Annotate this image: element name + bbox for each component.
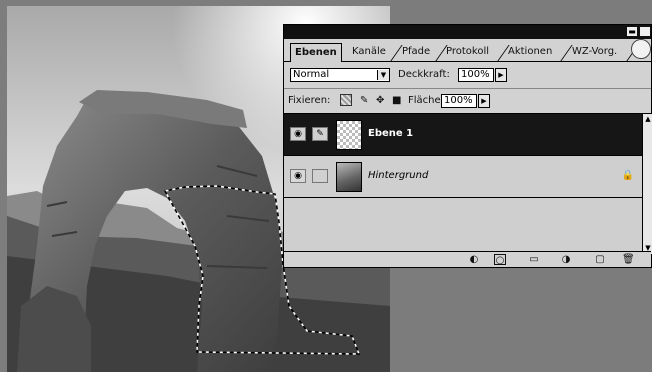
lock-transparency-icon[interactable] (340, 94, 352, 106)
palette-toolbar: ◐ ○ ▭ ◑ ▢ 🗑 (284, 251, 651, 267)
fill-arrow-icon[interactable]: ▶ (478, 94, 490, 108)
lock-icon[interactable]: ■ (392, 94, 401, 108)
folder-icon[interactable]: ▭ (528, 254, 540, 265)
divider (284, 88, 651, 89)
adjustment-icon[interactable]: ◑ (560, 254, 572, 265)
lock-row: Fixieren: ✎ ✥ ■ Fläche 100% ▶ (288, 94, 648, 108)
layers-scrollbar[interactable]: ▲ ▼ (642, 114, 652, 254)
chevron-down-icon[interactable]: ▼ (377, 70, 389, 80)
opacity-input[interactable]: 100% (458, 68, 494, 82)
layer-style-icon[interactable]: ◐ (468, 254, 480, 265)
opacity-arrow-icon[interactable]: ▶ (495, 68, 507, 82)
fill-input[interactable]: 100% (441, 94, 477, 108)
move-icon[interactable]: ✥ (376, 94, 384, 108)
scroll-up-icon[interactable]: ▲ (644, 115, 652, 124)
layers-palette: ▬ Ebenen Kanäle Pfade Protokoll Aktionen… (283, 24, 652, 268)
layer-row-hintergrund[interactable]: ◉ Hintergrund 🔒 (284, 156, 642, 198)
palette-menu-button[interactable] (631, 39, 651, 59)
blend-mode-value: Normal (293, 69, 330, 80)
opacity-label: Deckkraft: (398, 69, 450, 80)
tab-protokoll[interactable]: Protokoll (442, 43, 493, 61)
lock-label: Fixieren: (288, 95, 331, 106)
fill-label: Fläche (408, 95, 441, 106)
layer-row-ebene-1[interactable]: ◉ ✎ Ebene 1 (284, 114, 642, 156)
link-cell[interactable] (312, 169, 328, 183)
mask-icon[interactable]: ○ (494, 254, 506, 266)
new-layer-icon[interactable]: ▢ (594, 254, 606, 265)
lock-icon: 🔒 (621, 170, 634, 181)
palette-tabs: Ebenen Kanäle Pfade Protokoll Aktionen W… (284, 39, 651, 62)
layer-thumbnail (336, 162, 362, 192)
tab-kanaele[interactable]: Kanäle (348, 43, 390, 61)
minimize-icon[interactable]: ▬ (627, 27, 637, 36)
trash-icon[interactable]: 🗑 (622, 254, 635, 265)
brush-icon[interactable]: ✎ (360, 94, 368, 108)
tab-pfade[interactable]: Pfade (398, 43, 434, 61)
eye-icon[interactable]: ◉ (290, 127, 306, 141)
layer-thumbnail (336, 120, 362, 150)
tab-ebenen[interactable]: Ebenen (290, 43, 342, 62)
close-icon[interactable] (640, 27, 650, 36)
palette-titlebar[interactable]: ▬ (284, 25, 651, 39)
layers-list: ◉ ✎ Ebene 1 ◉ Hintergrund 🔒 (284, 114, 642, 254)
blend-mode-select[interactable]: Normal ▼ (290, 68, 390, 82)
eye-icon[interactable]: ◉ (290, 169, 306, 183)
layer-name: Hintergrund (368, 170, 429, 181)
tab-aktionen[interactable]: Aktionen (504, 43, 556, 61)
tab-wz-vorg[interactable]: WZ-Vorg. (568, 43, 621, 61)
brush-icon[interactable]: ✎ (312, 127, 328, 141)
layer-name: Ebene 1 (368, 128, 414, 139)
